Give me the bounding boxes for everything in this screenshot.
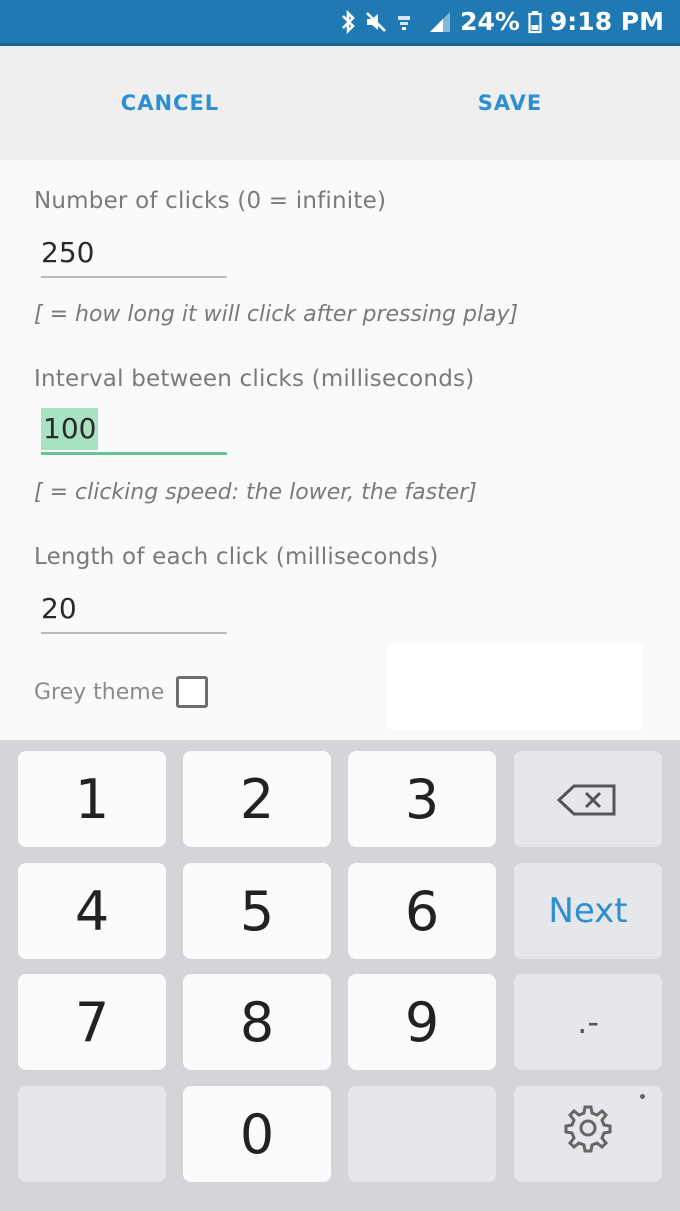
bluetooth-icon (340, 9, 356, 34)
key-3[interactable]: 3 (348, 751, 496, 847)
backspace-icon (556, 768, 620, 831)
key-4[interactable]: 4 (18, 863, 166, 959)
battery-percent: 24% (460, 7, 520, 36)
grey-theme-row: Grey theme (34, 672, 209, 712)
key-2[interactable]: 2 (183, 751, 331, 847)
interval-input[interactable]: 100 (41, 405, 227, 455)
status-icons: 24% 9:18 PM (340, 0, 664, 43)
key-5[interactable]: 5 (183, 863, 331, 959)
grey-theme-checkbox[interactable] (176, 676, 209, 708)
status-bar: 24% 9:18 PM (0, 0, 680, 46)
key-indicator-dot (640, 1094, 645, 1099)
interval-hint: [ = clicking speed: the lower, the faste… (34, 480, 477, 505)
interval-label: Interval between clicks (milliseconds) (34, 366, 475, 392)
settings-form: Number of clicks (0 = infinite) 250 [ = … (0, 160, 680, 740)
blank-key-left (18, 1086, 166, 1182)
mute-icon (364, 10, 388, 34)
action-bar: CANCEL SAVE (0, 46, 680, 160)
key-8[interactable]: 8 (183, 974, 331, 1070)
length-input[interactable]: 20 (41, 584, 227, 634)
grey-theme-label: Grey theme (34, 679, 165, 705)
next-key[interactable]: Next (514, 863, 662, 959)
clicks-hint: [ = how long it will click after pressin… (34, 302, 519, 327)
backspace-key[interactable] (514, 751, 662, 847)
interval-value: 100 (41, 407, 99, 450)
clicks-value: 250 (41, 235, 95, 269)
length-label: Length of each click (milliseconds) (34, 544, 439, 570)
clicks-label: Number of clicks (0 = infinite) (34, 188, 387, 214)
cancel-button[interactable]: CANCEL (0, 46, 340, 160)
key-9[interactable]: 9 (348, 974, 496, 1070)
save-button[interactable]: SAVE (340, 46, 680, 160)
key-7[interactable]: 7 (18, 974, 166, 1070)
clock-time: 9:18 PM (549, 7, 664, 36)
settings-key[interactable] (514, 1086, 662, 1182)
wifi-icon (396, 10, 420, 34)
key-6[interactable]: 6 (348, 863, 496, 959)
blank-panel (388, 644, 643, 730)
battery-icon (528, 10, 542, 34)
signal-icon (428, 10, 452, 34)
clicks-input[interactable]: 250 (41, 228, 227, 278)
punctuation-key[interactable]: .- (514, 974, 662, 1070)
gear-icon (561, 1101, 615, 1168)
length-value: 20 (41, 591, 77, 625)
key-1[interactable]: 1 (18, 751, 166, 847)
key-0[interactable]: 0 (183, 1086, 331, 1182)
blank-key-right (348, 1086, 496, 1182)
